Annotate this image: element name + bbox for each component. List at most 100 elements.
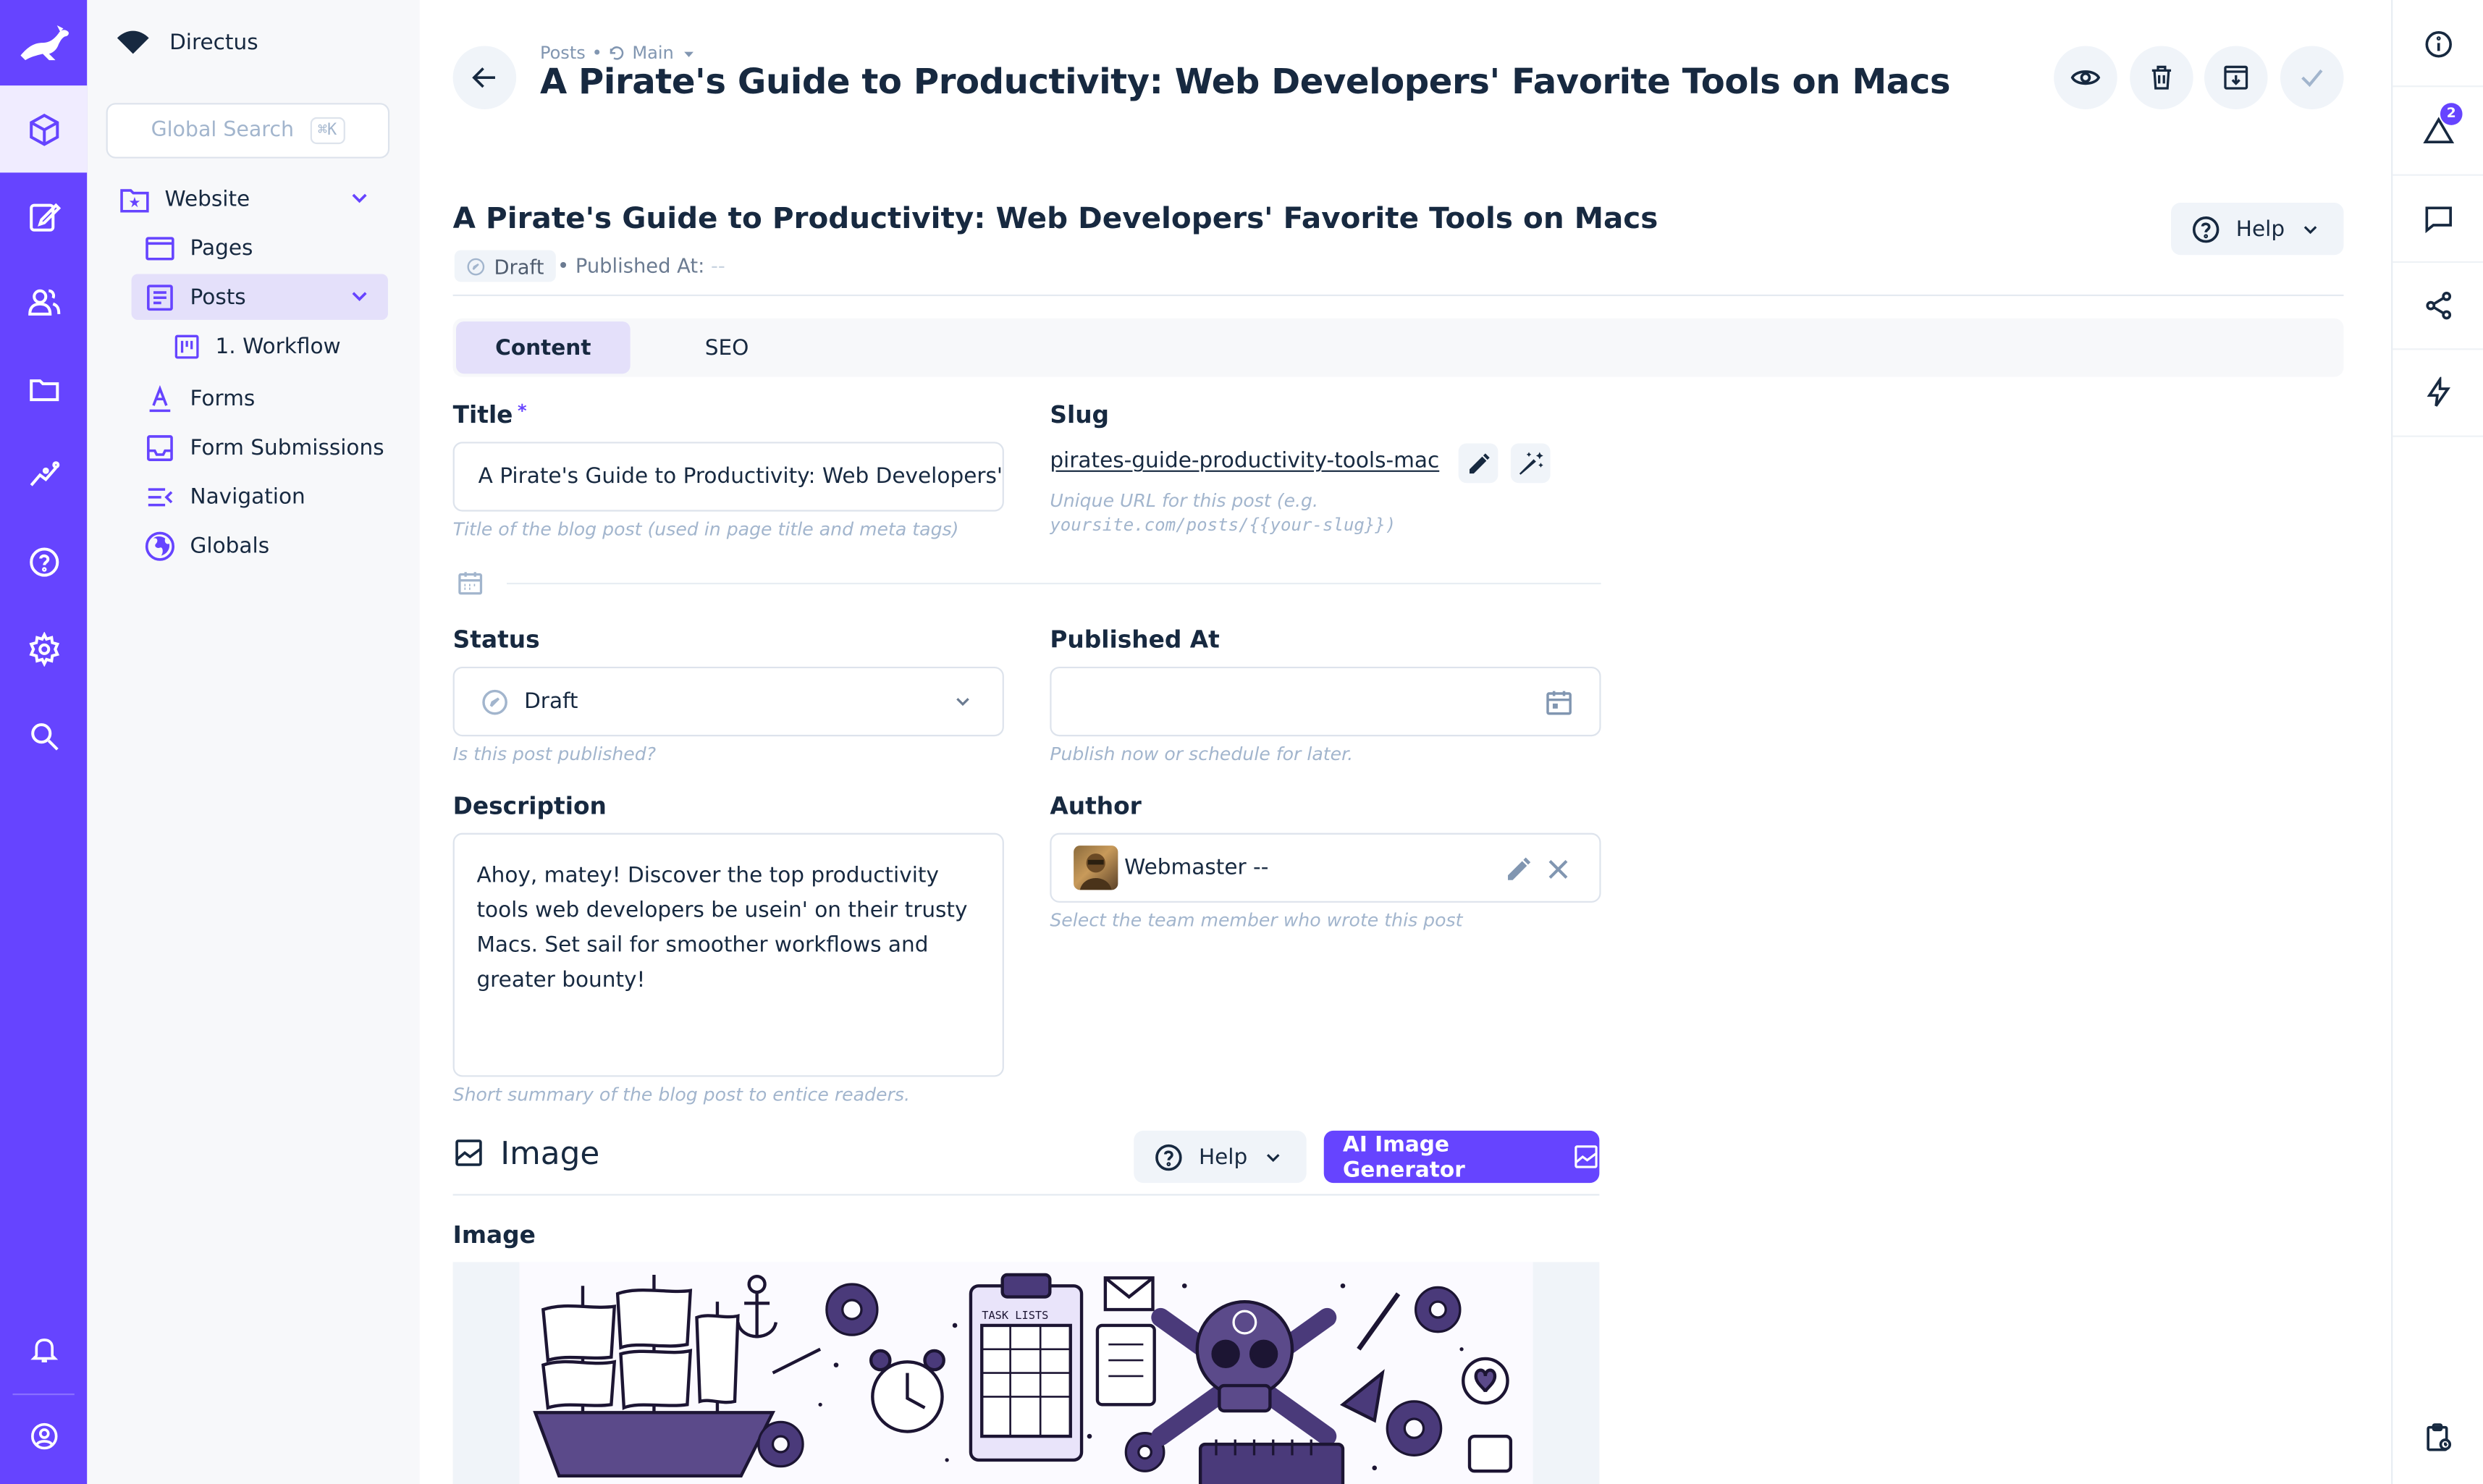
description-textarea[interactable]: Ahoy, matey! Discover the top productivi… bbox=[452, 832, 1004, 1077]
ai-image-generator-button[interactable]: AI Image Generator bbox=[1323, 1130, 1600, 1184]
arrow-left-icon bbox=[472, 67, 495, 88]
help-circle-icon bbox=[1155, 1143, 1182, 1171]
slug-label: Slug bbox=[1050, 400, 1110, 429]
draft-compass-icon bbox=[482, 688, 507, 714]
module-search[interactable] bbox=[0, 693, 87, 779]
generate-slug-button[interactable] bbox=[1510, 443, 1551, 484]
nav-item-navigation[interactable]: Navigation bbox=[144, 473, 388, 519]
author-note: Select the team member who wrote this po… bbox=[1050, 908, 1463, 932]
calendar-icon[interactable] bbox=[1544, 687, 1574, 717]
preview-button[interactable] bbox=[2054, 46, 2117, 109]
published-at-note: Publish now or schedule for later. bbox=[1050, 742, 1354, 765]
article-icon bbox=[147, 284, 173, 311]
close-icon[interactable] bbox=[1544, 855, 1572, 883]
module-users[interactable] bbox=[0, 260, 87, 345]
project-header[interactable]: Directus bbox=[116, 22, 258, 64]
sidebar-divider bbox=[2393, 435, 2483, 437]
module-files[interactable] bbox=[0, 347, 87, 432]
help-circle-icon bbox=[29, 547, 59, 577]
chevron-down-icon[interactable] bbox=[347, 284, 372, 309]
item-title: A Pirate's Guide to Productivity: Web De… bbox=[452, 203, 1658, 236]
global-search[interactable]: Global Search ⌘K bbox=[106, 103, 390, 159]
avatar-image-icon bbox=[1079, 853, 1112, 890]
author-value: Webmaster -- bbox=[1124, 855, 1269, 881]
nav-item-website[interactable]: Website bbox=[119, 176, 388, 222]
module-content[interactable] bbox=[0, 85, 88, 173]
sidebar-clipboard-button[interactable] bbox=[2393, 1394, 2483, 1480]
status-label: Status bbox=[452, 625, 540, 654]
published-at-value: -- bbox=[711, 253, 725, 277]
image-icon bbox=[1574, 1145, 1598, 1168]
delete-button[interactable] bbox=[2130, 46, 2193, 109]
slug-note-text: Unique URL for this post (e.g. bbox=[1050, 489, 1319, 512]
tab-seo[interactable]: SEO bbox=[640, 321, 814, 374]
sidebar-share-button[interactable] bbox=[2393, 261, 2483, 348]
nav-item-workflow[interactable]: 1. Workflow bbox=[172, 323, 388, 368]
status-select[interactable]: Draft bbox=[452, 666, 1004, 737]
sidebar-flows-button[interactable] bbox=[2393, 348, 2483, 435]
globe-icon bbox=[145, 531, 174, 560]
comment-icon bbox=[2425, 206, 2452, 232]
module-insights[interactable] bbox=[0, 432, 87, 518]
insights-icon bbox=[29, 461, 59, 486]
pencil-icon[interactable] bbox=[1504, 855, 1533, 883]
edit-slug-button[interactable] bbox=[1458, 443, 1498, 484]
folder-star-icon bbox=[120, 188, 149, 212]
image-icon bbox=[455, 1139, 482, 1166]
tab-content[interactable]: Content bbox=[456, 321, 631, 374]
search-icon bbox=[30, 723, 58, 751]
module-editor[interactable] bbox=[0, 174, 87, 260]
title-label-text: Title bbox=[452, 400, 513, 429]
bell-icon bbox=[30, 1338, 58, 1362]
status-value: Draft bbox=[524, 688, 578, 714]
calendar-group-icon bbox=[458, 572, 483, 595]
trash-icon bbox=[2151, 65, 2172, 90]
save-button[interactable] bbox=[2280, 46, 2344, 109]
breadcrumb-collection[interactable]: Posts bbox=[540, 43, 586, 63]
image-help-button[interactable]: Help bbox=[1134, 1130, 1307, 1184]
breadcrumb: Posts • Main bbox=[540, 43, 696, 64]
nav-item-posts[interactable]: Posts bbox=[131, 274, 388, 320]
user-circle-icon bbox=[30, 1422, 57, 1450]
title-input[interactable]: A Pirate's Guide to Productivity: Web De… bbox=[452, 442, 1004, 512]
directus-logo[interactable] bbox=[0, 0, 87, 85]
nav-item-globals[interactable]: Globals bbox=[144, 523, 388, 568]
published-at-meta: • Published At: -- bbox=[557, 253, 725, 277]
published-at-input[interactable] bbox=[1050, 666, 1601, 737]
version-selector[interactable]: Main bbox=[632, 43, 673, 63]
module-settings[interactable] bbox=[0, 607, 87, 692]
header-divider bbox=[452, 294, 2344, 297]
author-select[interactable]: Webmaster -- bbox=[1050, 832, 1601, 903]
chevron-down-icon bbox=[2303, 225, 2317, 234]
help-button[interactable]: Help bbox=[2171, 203, 2344, 256]
published-at-label: • Published At: bbox=[557, 253, 705, 277]
page-title: A Pirate's Guide to Productivity: Web De… bbox=[539, 63, 1951, 104]
back-button[interactable] bbox=[452, 46, 517, 109]
bolt-icon bbox=[2427, 376, 2450, 406]
module-bar bbox=[0, 0, 88, 1484]
required-marker: * bbox=[518, 400, 527, 421]
nav-item-pages[interactable]: Pages bbox=[144, 225, 388, 271]
help-circle-icon bbox=[2192, 215, 2219, 243]
chevron-down-icon bbox=[1266, 1153, 1280, 1162]
nav-item-label: Posts bbox=[190, 284, 246, 310]
edit-note-icon bbox=[29, 203, 61, 232]
caret-down-icon[interactable] bbox=[680, 45, 696, 61]
version-icon bbox=[610, 46, 624, 60]
slug-value[interactable]: pirates-guide-productivity-tools-mac bbox=[1050, 448, 1439, 473]
chevron-down-icon[interactable] bbox=[347, 185, 372, 211]
module-help[interactable] bbox=[0, 520, 87, 605]
sidebar-revisions-button[interactable]: 2 bbox=[2393, 87, 2483, 174]
sidebar-info-button[interactable] bbox=[2393, 0, 2483, 87]
nav-item-forms[interactable]: Forms bbox=[144, 375, 388, 421]
image-preview[interactable]: TASK LISTS bbox=[452, 1262, 1600, 1484]
slug-note: Unique URL for this post (e.g. yoursite.… bbox=[1050, 488, 1396, 539]
archive-button[interactable] bbox=[2204, 46, 2268, 109]
sidebar-comments-button[interactable] bbox=[2393, 174, 2483, 261]
author-label: Author bbox=[1050, 791, 1142, 821]
notifications-button[interactable] bbox=[0, 1307, 87, 1392]
user-account-button[interactable] bbox=[0, 1394, 87, 1479]
nav-item-label: Forms bbox=[190, 385, 256, 411]
search-shortcut: ⌘K bbox=[309, 117, 345, 145]
nav-item-form-submissions[interactable]: Form Submissions bbox=[144, 424, 388, 470]
